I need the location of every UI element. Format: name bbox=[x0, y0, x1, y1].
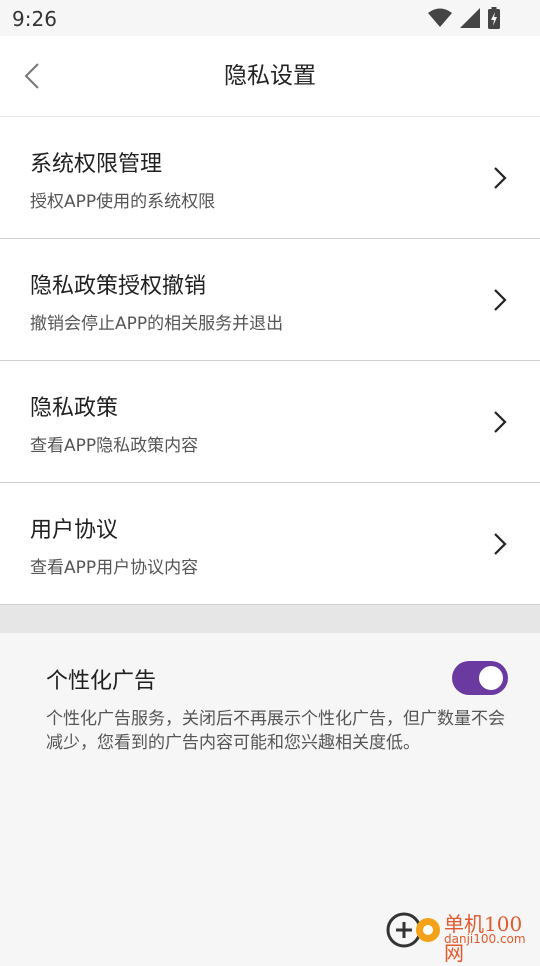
item-subtitle: 授权APP使用的系统权限 bbox=[30, 192, 216, 212]
status-bar: 9:26 bbox=[0, 0, 540, 36]
status-icons bbox=[428, 6, 500, 30]
item-title: 系统权限管理 bbox=[30, 152, 163, 177]
watermark-logo-icon bbox=[386, 912, 440, 948]
watermark-url: danji100.com bbox=[444, 932, 526, 946]
status-time: 9:26 bbox=[12, 7, 57, 31]
chevron-right-icon bbox=[494, 289, 507, 311]
toggle-knob bbox=[479, 666, 503, 690]
item-title: 用户协议 bbox=[30, 518, 119, 543]
chevron-right-icon bbox=[494, 411, 507, 433]
chevron-right-icon bbox=[494, 533, 507, 555]
list-item-user-agreement[interactable]: 用户协议 查看APP用户协议内容 bbox=[0, 483, 540, 605]
section-divider bbox=[0, 605, 540, 633]
page-title: 隐私设置 bbox=[224, 63, 316, 89]
item-title: 隐私政策授权撤销 bbox=[30, 274, 207, 299]
signal-icon bbox=[460, 8, 480, 28]
personalized-ads-toggle[interactable] bbox=[452, 661, 508, 695]
settings-list: 系统权限管理 授权APP使用的系统权限 隐私政策授权撤销 撤销会停止APP的相关… bbox=[0, 117, 540, 605]
item-subtitle: 查看APP隐私政策内容 bbox=[30, 436, 199, 456]
wifi-icon bbox=[428, 8, 452, 27]
list-item-privacy-policy[interactable]: 隐私政策 查看APP隐私政策内容 bbox=[0, 361, 540, 483]
personalized-ads-title: 个性化广告 bbox=[46, 669, 157, 694]
chevron-right-icon bbox=[494, 167, 507, 189]
item-subtitle: 撤销会停止APP的相关服务并退出 bbox=[30, 314, 284, 334]
item-title: 隐私政策 bbox=[30, 396, 119, 421]
battery-charging-icon bbox=[488, 7, 500, 29]
personalized-ads-description: 个性化广告服务，关闭后不再展示个性化广告，但广数量不会减少，您看到的广告内容可能… bbox=[46, 709, 505, 753]
nav-bar: 隐私设置 bbox=[0, 36, 540, 117]
watermark: 单机100网 danji100.com bbox=[384, 906, 534, 965]
item-subtitle: 查看APP用户协议内容 bbox=[30, 558, 199, 578]
list-item-revoke-privacy[interactable]: 隐私政策授权撤销 撤销会停止APP的相关服务并退出 bbox=[0, 239, 540, 361]
list-item-system-permissions[interactable]: 系统权限管理 授权APP使用的系统权限 bbox=[0, 117, 540, 239]
